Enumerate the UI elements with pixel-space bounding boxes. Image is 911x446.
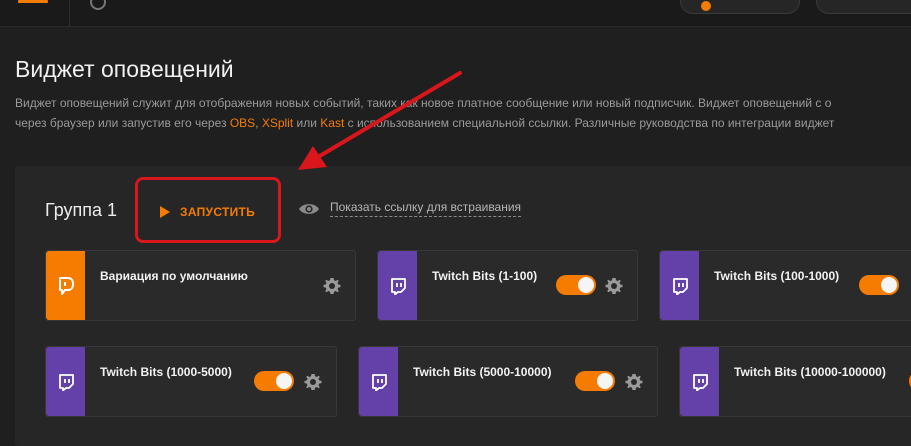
show-embed-link[interactable]: Показать ссылку для встраивания (298, 200, 522, 217)
enable-toggle[interactable] (859, 275, 899, 295)
gear-icon[interactable] (322, 276, 342, 296)
separator: , (255, 116, 262, 130)
kast-link[interactable]: Kast (320, 116, 344, 130)
enable-toggle[interactable] (556, 275, 596, 295)
card-title: Twitch Bits (5000-10000) (413, 365, 552, 379)
toggle-knob (881, 277, 897, 293)
divider (69, 0, 70, 26)
alert-variation-card[interactable]: Twitch Bits (10000-100000) (679, 346, 911, 417)
gear-icon[interactable] (604, 276, 624, 296)
user-pill[interactable] (816, 0, 911, 14)
obs-link[interactable]: OBS (230, 116, 255, 130)
card-title: Вариация по умолчанию (100, 269, 248, 283)
description-line-2: через браузер или запустив его через OBS… (15, 113, 911, 133)
alert-variation-card[interactable]: Twitch Bits (100-1000) (659, 250, 911, 321)
donationalerts-icon (58, 276, 74, 295)
embed-link-label: Показать ссылку для встраивания (330, 200, 522, 217)
alert-variation-card[interactable]: Вариация по умолчанию (45, 250, 356, 321)
twitch-icon (672, 277, 688, 295)
gear-icon[interactable] (624, 372, 644, 392)
card-stripe (46, 251, 85, 320)
twitch-icon (371, 373, 387, 391)
card-title: Twitch Bits (1-100) (432, 269, 538, 283)
card-stripe (680, 347, 719, 416)
twitch-icon (692, 373, 708, 391)
toggle-knob (578, 277, 594, 293)
alert-variation-card[interactable]: Twitch Bits (1-100) (377, 250, 638, 321)
card-title: Twitch Bits (100-1000) (714, 269, 840, 283)
xsplit-link[interactable]: XSplit (262, 116, 293, 130)
gear-icon[interactable] (303, 372, 323, 392)
coin-icon (701, 1, 711, 11)
page-title: Виджет оповещений (15, 56, 234, 82)
menu-icon[interactable] (18, 0, 48, 6)
balance-pill[interactable] (680, 0, 800, 14)
toggle-knob (597, 373, 613, 389)
description-text: с использованием специальной ссылки. Раз… (344, 116, 835, 130)
group-title: Группа 1 (45, 200, 118, 220)
description-text: через браузер или запустив его через (15, 116, 230, 130)
enable-toggle[interactable] (254, 371, 294, 391)
alert-variation-card[interactable]: Twitch Bits (5000-10000) (358, 346, 658, 417)
card-title: Twitch Bits (10000-100000) (734, 365, 886, 379)
page-description: Виджет оповещений служит для отображения… (15, 93, 911, 133)
logo-icon (90, 0, 106, 10)
enable-toggle[interactable] (575, 371, 615, 391)
twitch-icon (58, 373, 74, 391)
top-bar (0, 0, 911, 27)
eye-icon (299, 203, 319, 214)
card-stripe (378, 251, 417, 320)
alert-variation-card[interactable]: Twitch Bits (1000-5000) (45, 346, 337, 417)
card-stripe (660, 251, 699, 320)
description-line-1: Виджет оповещений служит для отображения… (15, 96, 832, 110)
separator: или (293, 116, 321, 130)
card-title: Twitch Bits (1000-5000) (100, 365, 232, 379)
card-stripe (46, 347, 85, 416)
highlight-box (135, 177, 281, 243)
card-stripe (359, 347, 398, 416)
toggle-knob (276, 373, 292, 389)
twitch-icon (390, 277, 406, 295)
